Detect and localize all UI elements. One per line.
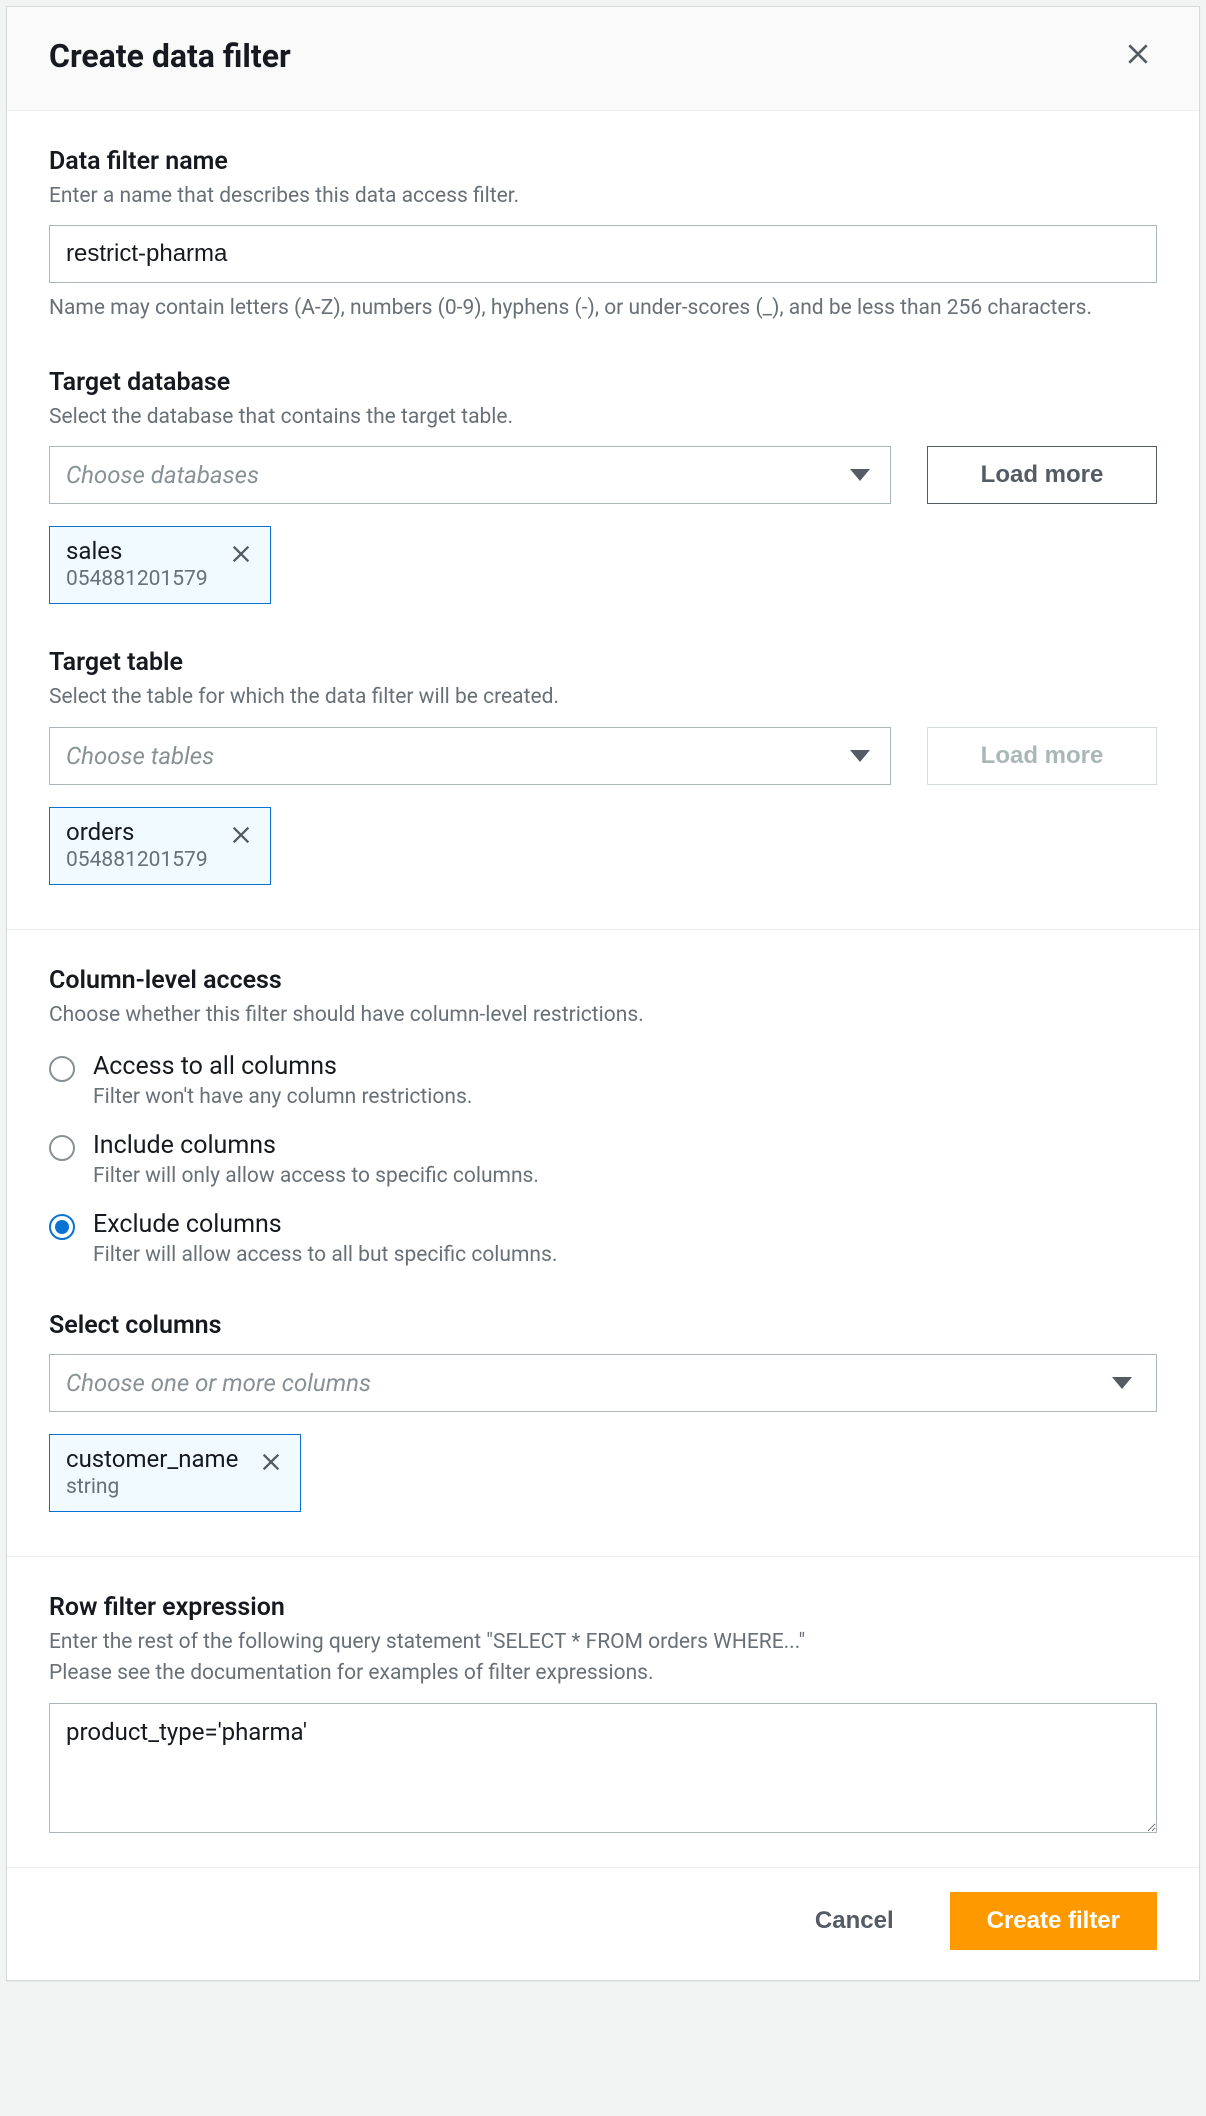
row-filter-label: Row filter expression [49,1593,1157,1622]
radio-exclude-label: Exclude columns [93,1210,557,1239]
modal-body: Data filter name Enter a name that descr… [7,111,1199,1867]
close-button[interactable] [1119,35,1157,76]
selected-column-tag: customer_name string [49,1434,301,1512]
radio-exclude-desc: Filter will allow access to all but spec… [93,1243,557,1267]
target-database-select[interactable]: Choose databases [49,446,891,504]
modal-header: Create data filter [7,7,1199,111]
filter-name-input[interactable] [49,225,1157,283]
cancel-button[interactable]: Cancel [783,1892,926,1950]
target-table-label: Target table [49,648,1157,677]
radio-all-desc: Filter won't have any column restriction… [93,1085,472,1109]
load-more-tables-button: Load more [927,727,1157,785]
chevron-down-icon [850,469,870,481]
close-icon [260,1451,282,1473]
row-filter-desc1: Enter the rest of the following query st… [49,1628,1157,1657]
select-columns-label: Select columns [49,1311,1157,1340]
row-filter-desc2: Please see the documentation for example… [49,1659,1157,1688]
column-access-label: Column-level access [49,966,1157,995]
selected-database-name: sales [66,537,208,565]
remove-table-button[interactable] [226,820,256,853]
selected-table-account: 054881201579 [66,848,208,872]
column-access-section: Column-level access Choose whether this … [49,966,1157,1267]
selected-table-tag: orders 054881201579 [49,807,271,885]
target-database-section: Target database Select the database that… [49,368,1157,604]
divider [7,929,1199,930]
select-columns-dropdown[interactable]: Choose one or more columns [49,1354,1157,1412]
create-data-filter-modal: Create data filter Data filter name Ente… [6,6,1200,1981]
radio-include-label: Include columns [93,1131,539,1160]
filter-name-section: Data filter name Enter a name that descr… [49,147,1157,324]
select-columns-placeholder: Choose one or more columns [66,1369,371,1397]
close-icon [230,543,252,565]
remove-database-button[interactable] [226,539,256,572]
row-filter-section: Row filter expression Enter the rest of … [49,1593,1157,1837]
remove-column-button[interactable] [256,1447,286,1480]
radio-icon [49,1214,75,1240]
radio-all-label: Access to all columns [93,1052,472,1081]
select-columns-section: Select columns Choose one or more column… [49,1311,1157,1512]
selected-database-account: 054881201579 [66,567,208,591]
target-database-placeholder: Choose databases [66,461,259,489]
selected-column-type: string [66,1475,238,1499]
load-more-databases-button[interactable]: Load more [927,446,1157,504]
close-icon [230,824,252,846]
row-filter-textarea[interactable] [49,1703,1157,1833]
filter-name-desc: Enter a name that describes this data ac… [49,182,1157,211]
selected-column-name: customer_name [66,1445,238,1473]
divider [7,1556,1199,1557]
close-icon [1125,41,1151,67]
target-table-select[interactable]: Choose tables [49,727,891,785]
radio-all-columns[interactable]: Access to all columns Filter won't have … [49,1052,1157,1109]
selected-table-name: orders [66,818,208,846]
target-database-label: Target database [49,368,1157,397]
create-filter-button[interactable]: Create filter [950,1892,1157,1950]
radio-include-columns[interactable]: Include columns Filter will only allow a… [49,1131,1157,1188]
filter-name-label: Data filter name [49,147,1157,176]
target-table-section: Target table Select the table for which … [49,648,1157,884]
target-database-desc: Select the database that contains the ta… [49,403,1157,432]
chevron-down-icon [850,750,870,762]
radio-icon [49,1135,75,1161]
filter-name-helper: Name may contain letters (A-Z), numbers … [49,293,1157,323]
selected-database-tag: sales 054881201579 [49,526,271,604]
radio-icon [49,1056,75,1082]
radio-include-desc: Filter will only allow access to specifi… [93,1164,539,1188]
target-table-desc: Select the table for which the data filt… [49,683,1157,712]
modal-title: Create data filter [49,37,291,75]
column-access-desc: Choose whether this filter should have c… [49,1001,1157,1030]
radio-exclude-columns[interactable]: Exclude columns Filter will allow access… [49,1210,1157,1267]
target-table-placeholder: Choose tables [66,742,214,770]
chevron-down-icon [1112,1377,1132,1389]
modal-footer: Cancel Create filter [7,1867,1199,1980]
